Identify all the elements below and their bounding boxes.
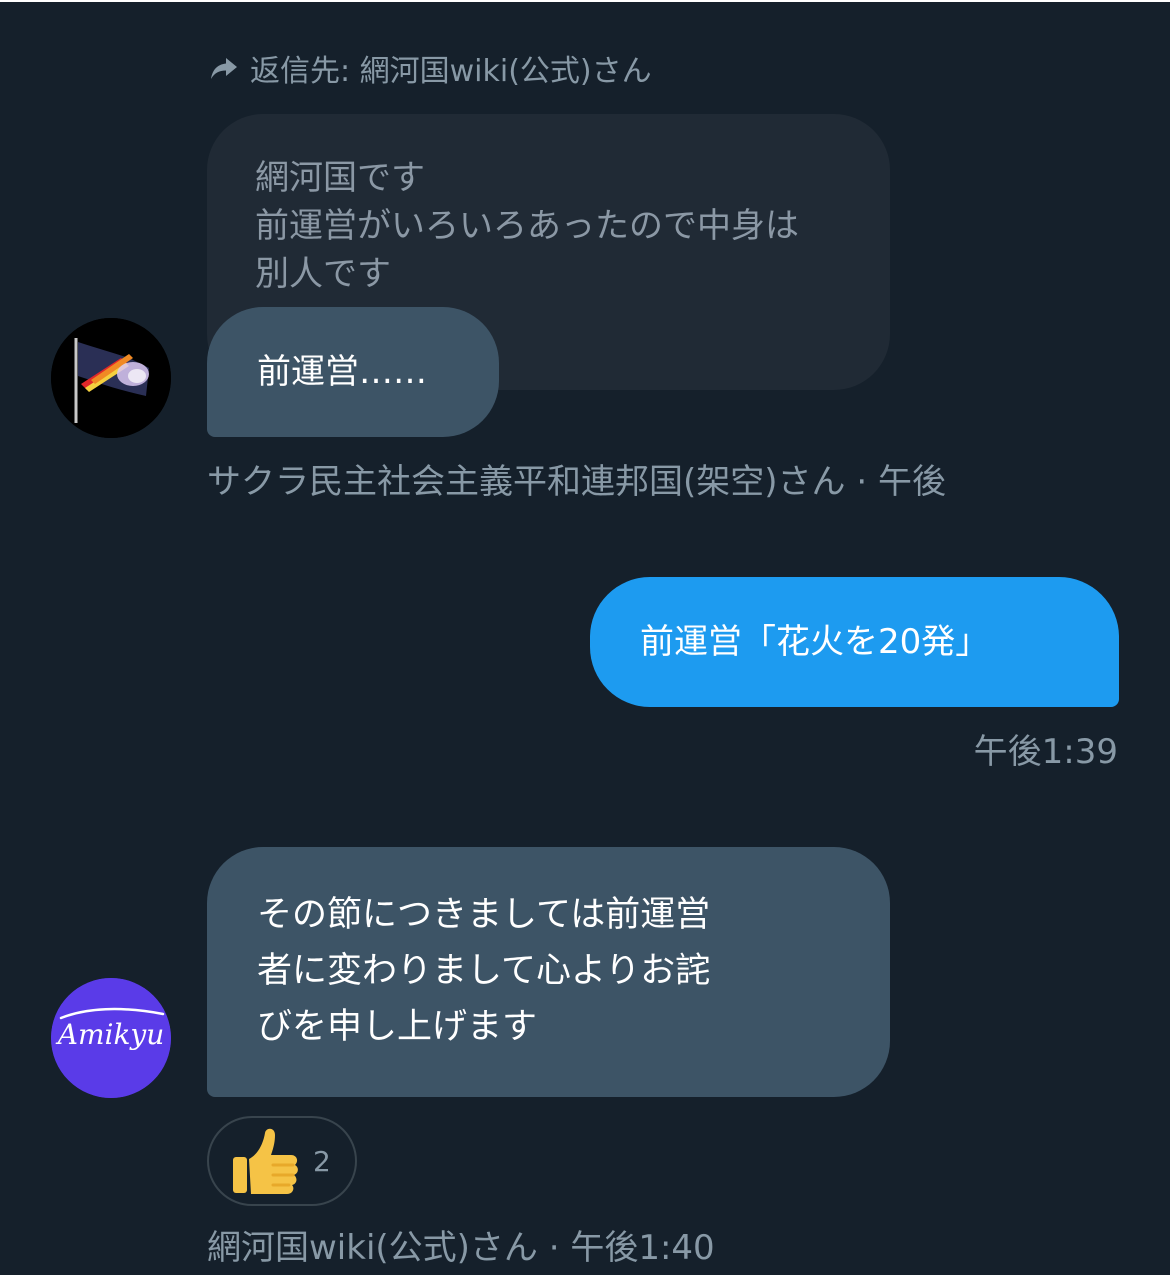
- sender-avatar-amikyu[interactable]: Amikyu: [51, 978, 171, 1098]
- quoted-message-line: 網河国です: [255, 158, 425, 198]
- sender-avatar-sakura[interactable]: [51, 318, 171, 438]
- quoted-message-line: 前運営がいろいろあったので中身は: [255, 206, 799, 246]
- svg-text:Amikyu: Amikyu: [55, 1018, 165, 1051]
- message-bubble-amikyu[interactable]: その節につきましては前運営 者に変わりまして心よりお詫 びを申し上げます: [207, 847, 890, 1097]
- flag-avatar: [51, 318, 171, 438]
- amikyu-logo-avatar: Amikyu: [51, 978, 171, 1098]
- message-text: 前運営「花火を20発」: [640, 622, 990, 662]
- reaction-pill[interactable]: 2: [207, 1116, 357, 1206]
- message-timestamp-mine: 午後1:39: [973, 732, 1118, 772]
- thumbs-up-icon: [229, 1123, 301, 1199]
- message-bubble-sakura[interactable]: 前運営……: [207, 307, 499, 437]
- dm-conversation: 返信先: 網河国wiki(公式)さん 網河国です 前運営がいろいろあったので中身…: [0, 0, 1170, 1275]
- message-meta-sakura: サクラ民主社会主義平和連邦国(架空)さん · 午後: [207, 462, 946, 502]
- message-text-line: びを申し上げます: [257, 1007, 538, 1047]
- message-text-line: その節につきましては前運営: [257, 895, 711, 935]
- reply-context[interactable]: 返信先: 網河国wiki(公式)さん: [208, 46, 652, 90]
- reply-context-text: 返信先: 網河国wiki(公式)さん: [250, 54, 652, 89]
- reaction-count: 2: [313, 1144, 331, 1178]
- message-text-line: 者に変わりまして心よりお詫: [257, 951, 711, 991]
- message-bubble-mine[interactable]: 前運営「花火を20発」: [590, 577, 1119, 707]
- message-meta-amikyu: 網河国wiki(公式)さん · 午後1:40: [207, 1228, 715, 1268]
- reply-arrow-icon: [208, 52, 240, 84]
- quoted-message-line: 別人です: [255, 254, 391, 294]
- message-text: 前運営……: [257, 352, 427, 392]
